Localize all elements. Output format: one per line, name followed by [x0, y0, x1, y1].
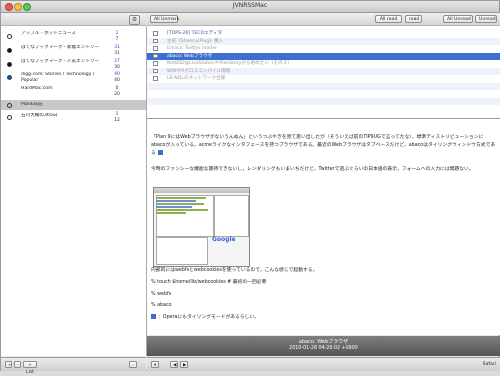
entry-toolbar: All Unmark All read read All Unread Unre… — [147, 13, 500, 26]
entry-bottom-bar: ▾ ◀ ▶ Safari — [147, 357, 500, 371]
empty-row — [147, 105, 500, 113]
command-line: % touch $home/lib/webcookies # 最初の一回必要 — [151, 280, 267, 285]
feed-circle-icon — [7, 115, 12, 120]
all-unmark-button[interactable]: All Unmark — [150, 15, 179, 23]
feed-bottom-bar: + - + List - — [1, 357, 146, 375]
hatena-icon — [7, 48, 12, 53]
prev-entry-button[interactable]: ◀ — [170, 361, 178, 368]
unread-button[interactable]: Unread — [475, 15, 497, 23]
entry-list: [TOPS-20] TECOエディタ 主史《SheerusPlug》購入 Ema… — [147, 26, 500, 119]
mark-checkbox[interactable] — [153, 68, 158, 74]
entry-row[interactable]: NetBSD@LiveStationやPlanStoryから始めたい（その３） — [147, 60, 500, 68]
add-list-button[interactable]: + List — [23, 361, 37, 375]
mark-checkbox[interactable] — [153, 46, 158, 51]
all-unread-button[interactable]: All Unread — [443, 15, 473, 23]
link-icon[interactable] — [151, 314, 156, 319]
entry-row[interactable]: Emacs: Twitter reader — [147, 45, 500, 53]
remove-button[interactable]: - — [129, 361, 137, 368]
read-button[interactable]: read — [405, 15, 422, 23]
feed-item[interactable]: HardMac.com 0 20 — [1, 86, 146, 99]
app-window: JVNRSSMac ⚙ All Unmark All read read All… — [0, 0, 500, 375]
feed-item[interactable]: はてなブックマーク - 新着エントリー 31 31 — [1, 45, 146, 57]
feed-item[interactable]: digg.com: Stories / Technology / Popular… — [1, 72, 146, 84]
entry-info-bar: abaco: Webブラウザ 2010-01-28 04:26:02 +0900 — [147, 336, 500, 356]
mark-checkbox[interactable] — [153, 53, 158, 59]
digg-icon — [7, 75, 12, 80]
feed-item-selected[interactable]: Plank日記 — [1, 100, 146, 110]
feed-circle-icon — [7, 34, 12, 39]
gear-icon[interactable]: ⚙ — [129, 15, 140, 25]
article-paragraph: 内部的にはwebfsとwebcookiesを使っているので，こんな感じで起動する… — [151, 268, 318, 273]
empty-row — [147, 97, 500, 105]
title-bar: JVNRSSMac — [1, 1, 499, 13]
feed-circle-icon — [7, 102, 12, 108]
next-entry-button[interactable]: ▶ — [180, 361, 188, 368]
feed-item[interactable]: はてなブックマーク - 人気エントリー 27 30 — [1, 59, 146, 71]
feed-toolbar: ⚙ — [1, 13, 146, 26]
window-title: JVNRSSMac — [232, 2, 268, 9]
open-in-safari-button[interactable]: Safari — [483, 361, 496, 368]
article-footnote: ：Operaにもタイリングモードがあるらしい。 — [151, 314, 496, 322]
add-feed-button[interactable]: + — [5, 361, 12, 368]
mark-checkbox[interactable] — [153, 61, 158, 66]
entry-title: abaco: Webブラウザ — [298, 339, 349, 345]
link-icon[interactable] — [157, 149, 163, 155]
remove-feed-button[interactable]: - — [14, 361, 21, 368]
feed-list: アップル - ホットニュース 17 はてなブックマーク - 新着エントリー 31… — [1, 26, 147, 356]
more-icon[interactable]: ▾ — [151, 361, 159, 368]
feed-item[interactable]: 石川大輔の365日 1 12 — [1, 112, 146, 124]
command-line: % webfs — [151, 292, 172, 297]
hatena-icon — [7, 62, 12, 67]
google-logo: Google — [212, 236, 236, 243]
entry-row-selected[interactable]: abaco: Webブラウザ — [147, 52, 500, 60]
empty-row — [147, 82, 500, 90]
mark-checkbox[interactable] — [153, 76, 158, 81]
feed-item[interactable]: アップル - ホットニュース 17 — [1, 31, 146, 43]
article-paragraph: 「Plan 9にはWebブラウザがないうんぬん」というつぶやきを見て思い出したが… — [151, 135, 496, 156]
article-paragraph: 今時のファンシーな機能な期待できないし，レンダリングもいまいちだけど，Twitt… — [151, 167, 474, 172]
entry-row[interactable]: [TOPS-20] TECOエディタ — [147, 30, 500, 38]
entry-row[interactable]: W/NやRクロスコンパイル環境 — [147, 67, 500, 75]
entry-row[interactable]: LB-NQLのネットワーク仕様 — [147, 75, 500, 83]
mark-checkbox[interactable] — [153, 38, 158, 44]
all-read-button[interactable]: All read — [375, 15, 402, 23]
article-view: 「Plan 9にはWebブラウザがないうんぬん」というつぶやきを見て思い出したが… — [147, 119, 500, 335]
command-line: % abaco — [151, 303, 172, 308]
empty-row — [147, 90, 500, 98]
entry-date: 2010-01-28 04:26:02 +0900 — [289, 346, 358, 351]
article-screenshot: Google — [153, 187, 250, 267]
entry-row[interactable]: 主史《SheerusPlug》購入 — [147, 37, 500, 45]
mark-checkbox[interactable] — [153, 31, 158, 36]
